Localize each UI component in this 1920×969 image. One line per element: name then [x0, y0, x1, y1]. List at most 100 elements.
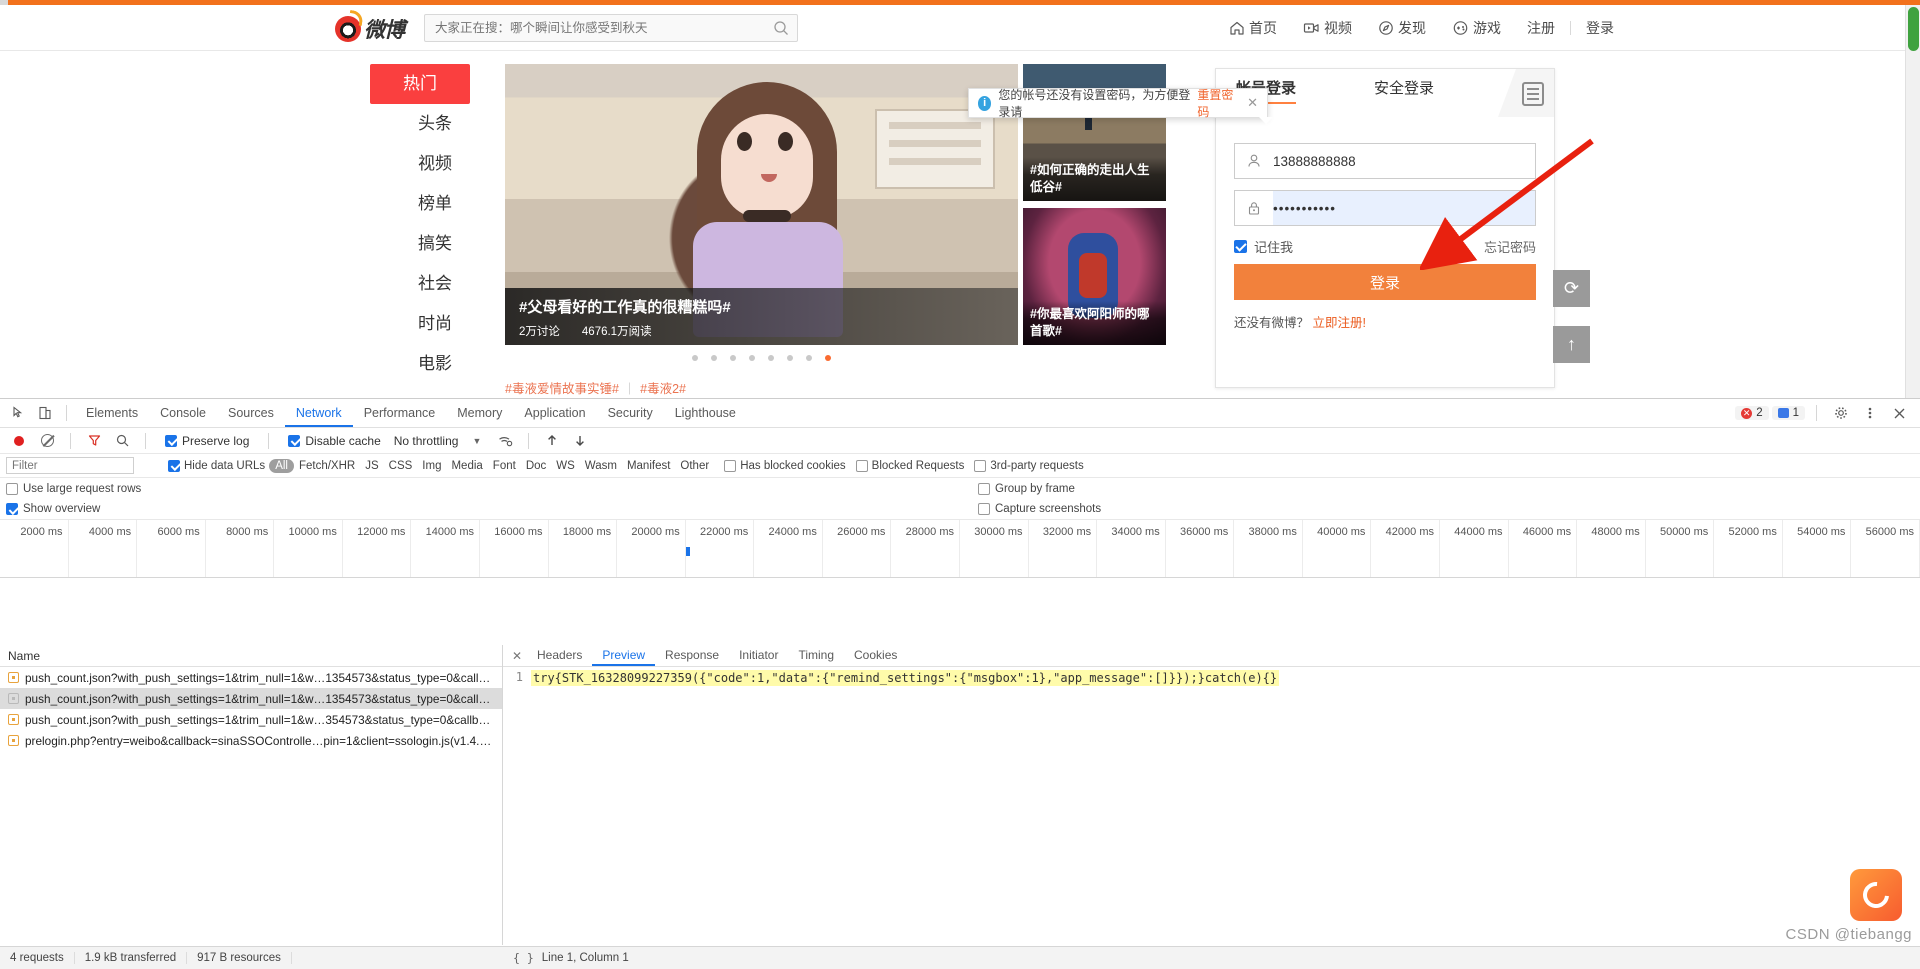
show-overview-checkbox[interactable] [6, 503, 18, 515]
detail-tab-timing[interactable]: Timing [788, 645, 844, 666]
remember-me-row[interactable]: 记住我 [1234, 237, 1293, 256]
detail-close-icon[interactable]: ✕ [507, 649, 527, 663]
tab-application[interactable]: Application [513, 399, 596, 427]
username-field[interactable] [1234, 143, 1536, 179]
export-har-icon[interactable] [567, 429, 593, 453]
device-toolbar-icon[interactable] [32, 401, 58, 425]
back-to-top-button[interactable]: ↑ [1553, 326, 1590, 363]
forgot-password-link[interactable]: 忘记密码 [1484, 237, 1536, 256]
carousel-dot[interactable] [768, 355, 774, 361]
tab-network[interactable]: Network [284, 399, 353, 427]
username-input[interactable] [1273, 145, 1535, 177]
hot-tab-funny[interactable]: 搞笑 [370, 224, 470, 264]
import-har-icon[interactable] [539, 429, 565, 453]
login-link[interactable]: 登录 [1573, 14, 1627, 42]
hot-tab-headlines[interactable]: 头条 [370, 104, 470, 144]
type-filter-wasm[interactable]: Wasm [580, 460, 622, 472]
show-overview-toggle[interactable]: Show overview [6, 503, 100, 515]
carousel-dot[interactable] [711, 355, 717, 361]
tab-sources[interactable]: Sources [217, 399, 285, 427]
hot-tab-fashion[interactable]: 时尚 [370, 304, 470, 344]
use-large-rows-checkbox[interactable] [6, 482, 18, 495]
type-filter-all[interactable]: All [269, 458, 294, 473]
type-filter-font[interactable]: Font [488, 460, 521, 472]
type-filter-img[interactable]: Img [417, 460, 446, 472]
hot-tab-movie[interactable]: 电影 [370, 344, 470, 384]
use-large-rows-toggle[interactable]: Use large request rows [6, 482, 141, 495]
detail-tab-response[interactable]: Response [655, 645, 729, 666]
blocked-requests-checkbox[interactable] [855, 459, 868, 472]
refresh-float-button[interactable]: ⟳ [1553, 270, 1590, 307]
has-blocked-cookies-toggle[interactable]: Has blocked cookies [724, 459, 846, 472]
weibo-search-box[interactable] [424, 14, 798, 42]
requests-column-header[interactable]: Name [0, 645, 502, 667]
kebab-menu-icon[interactable] [1857, 401, 1883, 425]
carousel-dot[interactable] [749, 355, 755, 361]
carousel-dots[interactable] [505, 355, 1018, 361]
tab-elements[interactable]: Elements [75, 399, 149, 427]
search-icon[interactable] [765, 15, 797, 41]
tab-console[interactable]: Console [149, 399, 217, 427]
hide-data-urls-checkbox[interactable] [168, 459, 180, 472]
detail-tab-initiator[interactable]: Initiator [729, 645, 788, 666]
nav-item-home[interactable]: 首页 [1216, 14, 1290, 42]
signup-link[interactable]: 立即注册! [1313, 316, 1366, 330]
filter-input[interactable] [6, 457, 134, 474]
preserve-log-toggle[interactable]: Preserve log [165, 434, 249, 448]
table-row[interactable]: push_count.json?with_push_settings=1&tri… [0, 667, 502, 688]
nav-item-video[interactable]: 视频 [1290, 14, 1365, 42]
login-submit-button[interactable]: 登录 [1234, 264, 1536, 300]
type-filter-doc[interactable]: Doc [521, 460, 551, 472]
hot-card-2[interactable]: #你最喜欢阿阳师的哪首歌# [1023, 208, 1166, 345]
filter-icon[interactable] [81, 429, 107, 453]
group-by-frame-checkbox[interactable] [978, 482, 990, 495]
blocked-requests-toggle[interactable]: Blocked Requests [855, 459, 964, 472]
preserve-log-checkbox[interactable] [165, 434, 177, 447]
remember-me-checkbox[interactable] [1234, 240, 1247, 253]
table-row[interactable]: push_count.json?with_push_settings=1&tri… [0, 688, 502, 709]
error-counter[interactable]: ✕ 2 [1735, 406, 1769, 420]
password-field[interactable] [1234, 190, 1536, 226]
carousel-dot[interactable] [787, 355, 793, 361]
hide-data-urls-toggle[interactable]: Hide data URLs [168, 459, 265, 472]
nav-item-discover[interactable]: 发现 [1365, 14, 1439, 42]
third-party-requests-toggle[interactable]: 3rd-party requests [974, 459, 1084, 472]
scrollbar-thumb[interactable] [1908, 7, 1919, 51]
network-conditions-icon[interactable] [492, 429, 518, 453]
password-input[interactable] [1273, 191, 1535, 225]
tab-lighthouse[interactable]: Lighthouse [664, 399, 747, 427]
record-icon[interactable] [6, 429, 32, 453]
group-by-frame-toggle[interactable]: Group by frame [978, 482, 1075, 495]
carousel-dot-active[interactable] [825, 355, 831, 361]
disable-cache-checkbox[interactable] [288, 434, 301, 447]
search-input[interactable] [425, 21, 765, 35]
hot-tab-video[interactable]: 视频 [370, 144, 470, 184]
detail-tab-headers[interactable]: Headers [527, 645, 592, 666]
capture-screenshots-checkbox[interactable] [978, 503, 990, 515]
hot-tag-2[interactable]: #毒液2# [640, 378, 686, 397]
hot-tab-society[interactable]: 社会 [370, 264, 470, 304]
hot-card-1[interactable]: #如何正确的走出人生低谷# [1023, 64, 1166, 201]
table-row[interactable]: push_count.json?with_push_settings=1&tri… [0, 709, 502, 730]
type-filter-ws[interactable]: WS [551, 460, 580, 472]
type-filter-other[interactable]: Other [675, 460, 714, 472]
hero-banner[interactable]: #父母看好的工作真的很糟糕吗# 2万讨论 4676.1万阅读 [505, 64, 1018, 345]
hot-tab-ranking[interactable]: 榜单 [370, 184, 470, 224]
inspect-element-icon[interactable] [6, 401, 32, 425]
carousel-dot[interactable] [730, 355, 736, 361]
detail-tab-preview[interactable]: Preview [592, 645, 656, 666]
gear-icon[interactable] [1828, 401, 1854, 425]
type-filter-css[interactable]: CSS [384, 460, 418, 472]
message-counter[interactable]: 1 [1771, 406, 1805, 420]
chevron-down-icon[interactable]: ▼ [472, 436, 481, 446]
pretty-print-icon[interactable]: { } [513, 951, 534, 965]
nav-item-games[interactable]: 游戏 [1439, 14, 1514, 42]
type-filter-manifest[interactable]: Manifest [622, 460, 675, 472]
login-tab-secure[interactable]: 安全登录 [1374, 77, 1434, 104]
network-overview-timeline[interactable]: 2000 ms 4000 ms 6000 ms 8000 ms 10000 ms 1200… [0, 520, 1920, 578]
third-party-requests-checkbox[interactable] [974, 459, 987, 472]
has-blocked-cookies-checkbox[interactable] [724, 459, 737, 472]
disable-cache-toggle[interactable]: Disable cache [288, 434, 381, 448]
tab-security[interactable]: Security [597, 399, 664, 427]
carousel-dot[interactable] [806, 355, 812, 361]
